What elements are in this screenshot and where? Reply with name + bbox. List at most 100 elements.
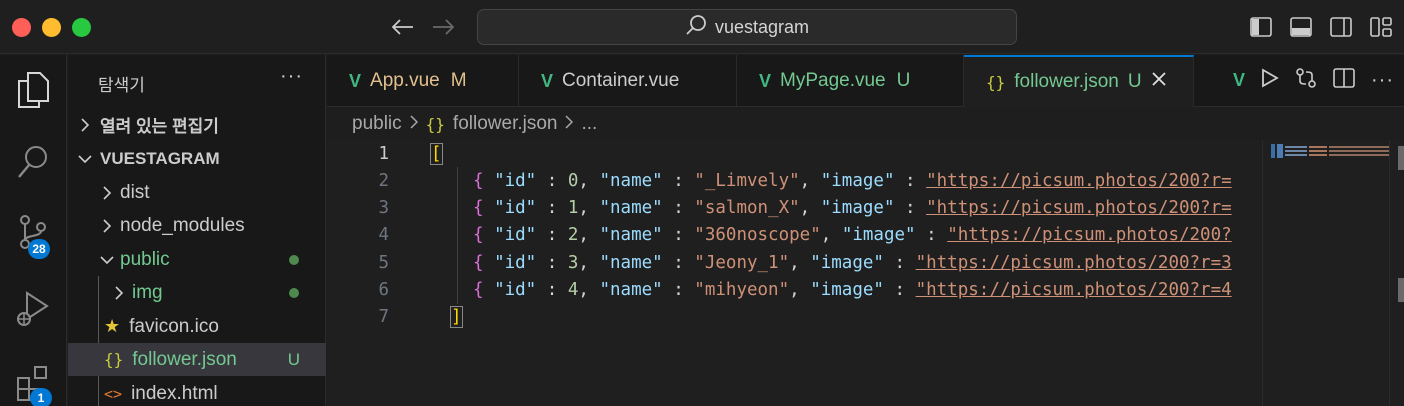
run-debug-icon[interactable] [10, 286, 56, 332]
folder-label: dist [120, 181, 150, 203]
tab-status: U [896, 70, 911, 91]
tab-app-vue[interactable]: V App.vue M [327, 55, 519, 107]
file-index-html[interactable]: <> index.html [68, 377, 326, 406]
json-number: 4 [567, 280, 579, 300]
json-key: "name" [599, 198, 663, 219]
code-line: 2 { "id" : 0, "name" : "_Limvely", "image… [327, 167, 1261, 194]
code-punctuation: : [662, 280, 695, 300]
extensions-icon[interactable]: 1 [10, 360, 56, 406]
editor-tabs: V App.vue M V Container.vue V MyPage.vue… [327, 55, 1404, 107]
breadcrumb-more[interactable]: ... [581, 113, 597, 135]
breadcrumb-folder[interactable]: public [352, 113, 402, 135]
toggle-secondary-sidebar-icon[interactable] [1328, 14, 1354, 40]
code-editor[interactable]: 1 [ 2 { "id" : 0, "name" : "_Limvely", "i… [327, 140, 1261, 406]
html-file-icon: <> [104, 384, 123, 403]
explorer-icon[interactable] [10, 67, 56, 113]
customize-layout-icon[interactable] [1368, 14, 1394, 40]
close-icon[interactable] [1151, 71, 1167, 93]
vertical-scrollbar[interactable] [1389, 140, 1404, 406]
back-arrow-icon[interactable] [390, 14, 416, 40]
code-punctuation: , [578, 170, 600, 191]
tab-follower-json[interactable]: {} follower.json U [964, 55, 1194, 107]
folder-img[interactable]: img [68, 276, 326, 309]
scrollbar-thumb[interactable] [1398, 146, 1404, 170]
folder-node-modules[interactable]: node_modules [68, 209, 326, 242]
code-punctuation: , [578, 198, 600, 219]
minimap[interactable] [1262, 140, 1389, 406]
more-actions-icon[interactable]: ··· [1371, 69, 1394, 92]
tab-label: MyPage.vue [780, 70, 886, 91]
code-punctuation: { [473, 252, 495, 273]
json-object: { "id" : 0, "name" : "_Limvely", "image"… [473, 171, 1232, 191]
chevron-right-icon [98, 185, 116, 200]
breadcrumb-file[interactable]: follower.json [453, 113, 558, 135]
vue-file-icon: V [759, 70, 772, 91]
file-follower-json[interactable]: {} follower.json U [68, 343, 326, 376]
tab-label: Container.vue [562, 70, 680, 91]
workspace-folder[interactable]: VUESTAGRAM [68, 142, 326, 175]
tab-mypage-vue[interactable]: V MyPage.vue U [737, 55, 964, 107]
maximize-window-button[interactable] [72, 18, 91, 37]
json-object: { "id" : 2, "name" : "360noscope", "imag… [473, 225, 1232, 245]
run-icon[interactable] [1261, 68, 1279, 93]
command-center-search[interactable]: vuestagram [477, 9, 1017, 45]
file-favicon[interactable]: ★ favicon.ico [68, 310, 326, 343]
line-number: 6 [378, 280, 389, 300]
code-punctuation: : [536, 280, 568, 300]
vue-file-icon: V [541, 70, 554, 91]
json-object: { "id" : 3, "name" : "Jeony_1", "image" … [473, 253, 1232, 273]
code-punctuation: , [789, 252, 811, 273]
close-bracket: ] [450, 306, 463, 329]
code-punctuation: : [536, 198, 568, 219]
code-punctuation: , [578, 252, 600, 273]
json-number: 3 [567, 252, 579, 273]
json-string: "mihyeon" [694, 280, 790, 300]
open-editors-section[interactable]: 열려 있는 편집기 [68, 108, 326, 141]
search-view-icon[interactable] [10, 139, 56, 185]
code-punctuation: , [820, 225, 842, 246]
code-punctuation: { [473, 198, 495, 219]
sidebar-more-actions[interactable]: ··· [280, 65, 303, 88]
code-punctuation: , [578, 280, 600, 300]
json-string: "salmon_X" [694, 198, 800, 219]
code-punctuation: : [883, 252, 916, 273]
json-url: "https://picsum.photos/200?r= [926, 170, 1232, 191]
sidebar-title: 탐색기 [98, 76, 145, 95]
search-icon [685, 14, 707, 41]
line-number: 7 [378, 307, 389, 328]
json-key: "name" [599, 170, 663, 191]
forward-arrow-icon[interactable] [430, 14, 456, 40]
toggle-primary-sidebar-icon[interactable] [1248, 14, 1274, 40]
split-editor-icon[interactable] [1333, 68, 1355, 93]
explorer-sidebar: 탐색기 ··· 열려 있는 편집기 VUESTAGRAM dist node_m… [68, 55, 326, 406]
json-key: "id" [494, 225, 537, 246]
toggle-panel-icon[interactable] [1288, 14, 1314, 40]
json-object: { "id" : 1, "name" : "salmon_X", "image"… [473, 198, 1232, 218]
source-control-icon[interactable]: 28 [10, 209, 56, 259]
minimize-window-button[interactable] [42, 18, 61, 37]
json-url: "https://picsum.photos/200?r= [926, 198, 1232, 219]
code-punctuation: : [662, 170, 695, 191]
vue-extension-icon[interactable]: V [1233, 70, 1245, 91]
close-window-button[interactable] [12, 18, 31, 37]
extensions-badge: 1 [30, 388, 52, 406]
workspace-label: VUESTAGRAM [100, 148, 220, 168]
vue-file-icon: V [349, 70, 362, 91]
tab-container-vue[interactable]: V Container.vue [519, 55, 737, 107]
json-file-icon: {} [986, 72, 1006, 92]
code-line: 6 { "id" : 4, "name" : "mihyeon", "image"… [327, 277, 1261, 304]
code-line: 1 [ [327, 140, 1261, 167]
json-key: "id" [494, 198, 537, 219]
star-icon: ★ [104, 316, 121, 336]
open-bracket: [ [430, 142, 443, 165]
search-text: vuestagram [714, 16, 810, 37]
line-number: 3 [378, 198, 389, 219]
compare-changes-icon[interactable] [1295, 67, 1317, 94]
folder-label: public [120, 248, 170, 270]
folder-dist[interactable]: dist [68, 176, 326, 209]
json-key: "image" [820, 170, 895, 191]
code-line: 4 { "id" : 2, "name" : "360noscope", "ima… [327, 222, 1261, 249]
folder-public[interactable]: public [68, 243, 326, 276]
tab-status: U [1127, 71, 1142, 92]
code-punctuation: , [789, 280, 811, 300]
